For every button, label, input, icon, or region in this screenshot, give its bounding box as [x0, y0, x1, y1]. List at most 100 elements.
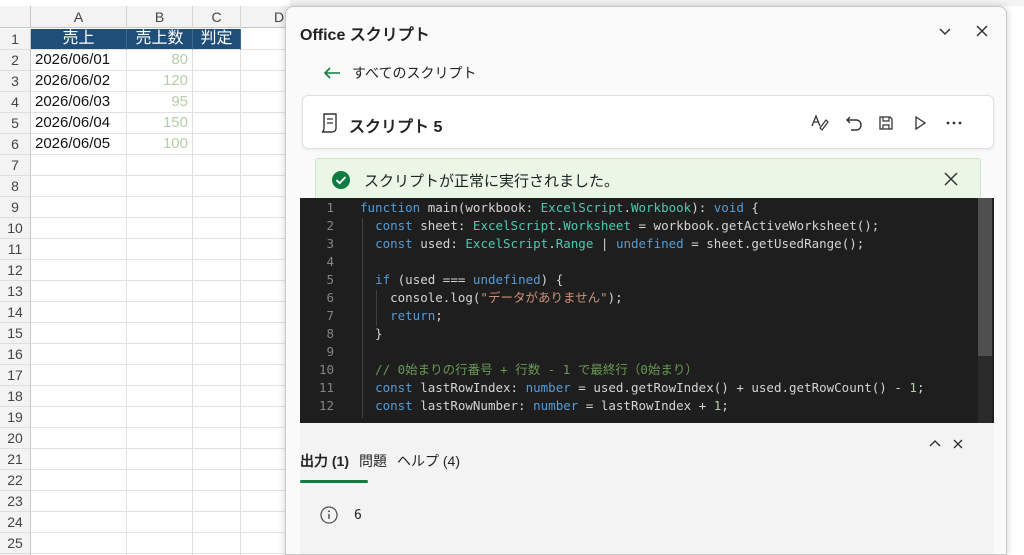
empty-cell[interactable] — [31, 176, 127, 197]
empty-cell[interactable] — [241, 71, 290, 92]
row-header[interactable]: 24 — [0, 512, 31, 533]
empty-cell[interactable] — [127, 323, 193, 344]
row-header[interactable]: 6 — [0, 134, 31, 155]
empty-cell[interactable] — [31, 428, 127, 449]
empty-cell[interactable] — [127, 344, 193, 365]
empty-cell[interactable] — [241, 239, 290, 260]
empty-cell[interactable] — [241, 512, 290, 533]
cell-a5[interactable]: 2026/06/04 — [31, 113, 127, 134]
empty-cell[interactable] — [241, 113, 290, 134]
expand-output-button[interactable] — [926, 435, 944, 453]
empty-cell[interactable] — [193, 449, 241, 470]
row-header[interactable]: 16 — [0, 344, 31, 365]
empty-cell[interactable] — [241, 407, 290, 428]
row-header[interactable]: 7 — [0, 155, 31, 176]
empty-cell[interactable] — [127, 302, 193, 323]
row-header[interactable]: 15 — [0, 323, 31, 344]
row-header[interactable]: 13 — [0, 281, 31, 302]
close-output-button[interactable] — [949, 435, 967, 453]
select-all-corner[interactable] — [0, 6, 31, 28]
cell-a2[interactable]: 2026/06/01 — [31, 50, 127, 71]
row-header[interactable]: 18 — [0, 386, 31, 407]
empty-cell[interactable] — [127, 197, 193, 218]
empty-cell[interactable] — [193, 92, 241, 113]
row-header[interactable]: 10 — [0, 218, 31, 239]
column-header-c[interactable]: C — [193, 6, 241, 28]
empty-cell[interactable] — [193, 176, 241, 197]
empty-cell[interactable] — [241, 218, 290, 239]
empty-cell[interactable] — [127, 533, 193, 554]
empty-cell[interactable] — [193, 134, 241, 155]
row-header[interactable]: 8 — [0, 176, 31, 197]
row-header[interactable]: 25 — [0, 533, 31, 554]
empty-cell[interactable] — [193, 344, 241, 365]
empty-cell[interactable] — [193, 323, 241, 344]
empty-cell[interactable] — [193, 365, 241, 386]
row-header[interactable]: 14 — [0, 302, 31, 323]
empty-cell[interactable] — [241, 92, 290, 113]
empty-cell[interactable] — [241, 176, 290, 197]
cell-c1[interactable]: 判定 — [193, 29, 241, 50]
save-button[interactable] — [873, 110, 899, 136]
empty-cell[interactable] — [241, 134, 290, 155]
close-pane-button[interactable] — [970, 19, 994, 43]
row-header[interactable]: 17 — [0, 365, 31, 386]
empty-cell[interactable] — [193, 197, 241, 218]
empty-cell[interactable] — [31, 281, 127, 302]
spellcheck-button[interactable] — [807, 110, 833, 136]
empty-cell[interactable] — [241, 323, 290, 344]
cell-a1[interactable]: 売上 — [31, 29, 127, 50]
empty-cell[interactable] — [31, 197, 127, 218]
run-button[interactable] — [907, 110, 933, 136]
row-header[interactable]: 11 — [0, 239, 31, 260]
empty-cell[interactable] — [241, 386, 290, 407]
row-header[interactable]: 1 — [0, 29, 31, 50]
empty-cell[interactable] — [127, 155, 193, 176]
empty-cell[interactable] — [193, 260, 241, 281]
tab-help[interactable]: ヘルプ (4) — [397, 451, 460, 471]
row-header[interactable]: 22 — [0, 470, 31, 491]
row-header[interactable]: 4 — [0, 92, 31, 113]
empty-cell[interactable] — [31, 302, 127, 323]
empty-cell[interactable] — [31, 491, 127, 512]
empty-cell[interactable] — [31, 449, 127, 470]
empty-cell[interactable] — [241, 365, 290, 386]
row-header[interactable]: 9 — [0, 197, 31, 218]
empty-cell[interactable] — [241, 197, 290, 218]
empty-cell[interactable] — [241, 449, 290, 470]
back-to-all-scripts[interactable]: すべてのスクリプト — [322, 63, 476, 83]
empty-cell[interactable] — [31, 512, 127, 533]
empty-cell[interactable] — [241, 155, 290, 176]
empty-cell[interactable] — [193, 218, 241, 239]
column-header-a[interactable]: A — [31, 6, 127, 28]
row-header[interactable]: 23 — [0, 491, 31, 512]
row-header[interactable]: 2 — [0, 50, 31, 71]
empty-cell[interactable] — [127, 407, 193, 428]
more-options-button[interactable] — [941, 110, 967, 136]
empty-cell[interactable] — [31, 407, 127, 428]
empty-cell[interactable] — [127, 512, 193, 533]
empty-cell[interactable] — [127, 176, 193, 197]
empty-cell[interactable] — [193, 50, 241, 71]
empty-cell[interactable] — [193, 239, 241, 260]
empty-cell[interactable] — [193, 491, 241, 512]
empty-cell[interactable] — [127, 428, 193, 449]
code-editor[interactable]: 1 function main(workbook: ExcelScript.Wor… — [300, 198, 994, 423]
empty-cell[interactable] — [193, 512, 241, 533]
empty-cell[interactable] — [31, 533, 127, 554]
empty-cell[interactable] — [127, 218, 193, 239]
cell-a3[interactable]: 2026/06/02 — [31, 71, 127, 92]
empty-cell[interactable] — [193, 386, 241, 407]
dismiss-banner-button[interactable] — [942, 170, 962, 190]
column-header-b[interactable]: B — [127, 6, 193, 28]
cell-b4[interactable]: 95 — [127, 92, 193, 113]
empty-cell[interactable] — [193, 302, 241, 323]
empty-cell[interactable] — [193, 71, 241, 92]
empty-cell[interactable] — [241, 302, 290, 323]
collapse-pane-button[interactable] — [933, 19, 957, 43]
empty-cell[interactable] — [193, 155, 241, 176]
cell-b1[interactable]: 売上数 — [127, 29, 193, 50]
empty-cell[interactable] — [241, 533, 290, 554]
empty-cell[interactable] — [193, 470, 241, 491]
empty-cell[interactable] — [193, 533, 241, 554]
